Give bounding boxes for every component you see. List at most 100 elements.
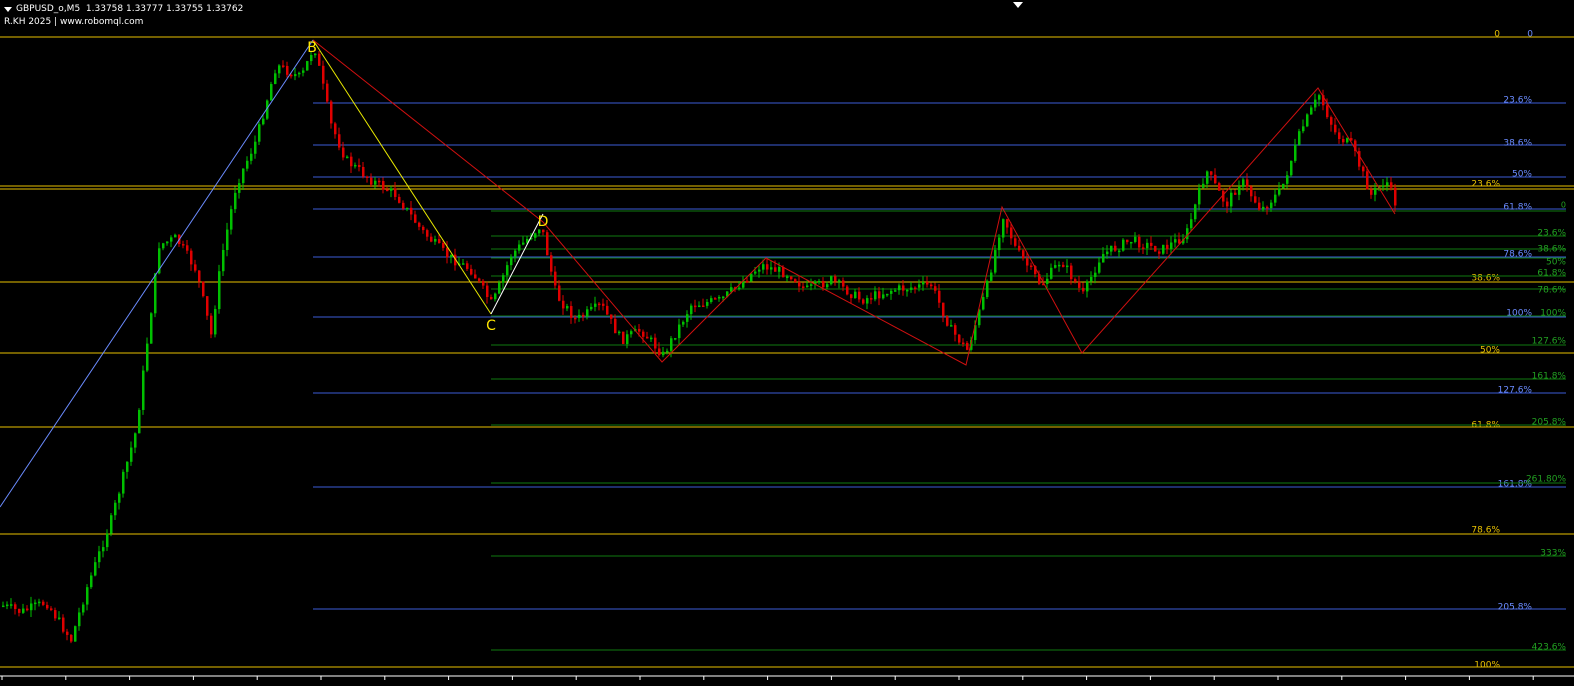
candle-body xyxy=(278,65,281,74)
candle-body xyxy=(1070,265,1073,280)
shift-marker-icon[interactable] xyxy=(1013,2,1023,8)
candle-body xyxy=(334,123,337,135)
candle-body xyxy=(218,271,221,310)
candle-body xyxy=(1158,251,1161,254)
candle-body xyxy=(670,338,673,351)
candle-body xyxy=(550,255,553,272)
candle-body xyxy=(318,53,321,66)
candle-body xyxy=(1018,245,1021,251)
candle-body xyxy=(642,331,645,337)
candle-body xyxy=(838,280,841,282)
xa-leg-line xyxy=(0,39,314,508)
candle-body xyxy=(162,243,165,249)
candle-body xyxy=(806,285,809,288)
candle-body xyxy=(446,247,449,258)
candle-body xyxy=(766,264,769,270)
candle-body xyxy=(1338,132,1341,140)
candle-body xyxy=(798,281,801,287)
symbol-name: GBPUSD_o,M5 xyxy=(16,4,81,14)
candle-body xyxy=(426,230,429,237)
candle-body xyxy=(94,562,97,576)
candle-body xyxy=(46,604,49,609)
candle-body xyxy=(1010,227,1013,239)
candle-body xyxy=(1386,182,1389,186)
candle-body xyxy=(298,72,301,75)
candle-body xyxy=(1074,279,1077,282)
candle-body xyxy=(930,284,933,287)
candle-body xyxy=(738,287,741,290)
candle-body xyxy=(706,302,709,306)
candle-body xyxy=(902,285,905,291)
candle-body xyxy=(1306,114,1309,127)
candle-body xyxy=(1266,206,1269,209)
candle-body xyxy=(462,263,465,265)
candle-body xyxy=(1150,242,1153,246)
candle-body xyxy=(854,291,857,299)
candle-body xyxy=(174,234,177,238)
candle-body xyxy=(862,299,865,304)
candle-body xyxy=(238,183,241,193)
watermark-text: R.KH 2025 | www.robomql.com xyxy=(4,17,144,27)
candle-body xyxy=(366,176,369,179)
candle-body xyxy=(1286,175,1289,184)
candle-body xyxy=(574,317,577,320)
candle-body xyxy=(1022,250,1025,259)
candle-body xyxy=(830,276,833,285)
candle-body xyxy=(1126,239,1129,243)
candle-body xyxy=(594,303,597,307)
candle-body xyxy=(58,617,61,620)
fib-gold-label: 0 xyxy=(1494,30,1500,40)
candle-body xyxy=(74,626,77,642)
candle-body xyxy=(1202,183,1205,188)
fib-blue-label: 50% xyxy=(1512,170,1532,180)
candle-body xyxy=(6,604,9,607)
pattern-point-b: B xyxy=(307,40,317,56)
candle-body xyxy=(1318,95,1321,100)
candle-body xyxy=(826,284,829,288)
collapse-arrow-icon[interactable] xyxy=(4,7,12,12)
symbol-ohlc-line: GBPUSD_o,M5 1.33758 1.33777 1.33755 1.33… xyxy=(16,4,243,14)
candle-body xyxy=(66,631,69,635)
candle-body xyxy=(142,370,145,410)
candle-body xyxy=(1282,183,1285,189)
candle-body xyxy=(946,316,949,326)
candle-body xyxy=(950,325,953,327)
candle-body xyxy=(674,338,677,340)
candle-body xyxy=(190,250,193,265)
candle-body xyxy=(370,177,373,185)
candle-body xyxy=(402,202,405,209)
candle-body xyxy=(26,608,29,611)
pattern-point-labels: B C D xyxy=(307,40,548,334)
candle-body xyxy=(106,533,109,548)
candle-body xyxy=(1294,144,1297,161)
candle-body xyxy=(790,276,793,280)
candle-body xyxy=(622,331,625,344)
candle-body xyxy=(1270,202,1273,209)
candle-body xyxy=(870,298,873,300)
candle-body xyxy=(1346,138,1349,143)
bd-leg-line xyxy=(312,39,544,223)
candle-body xyxy=(618,331,621,334)
candle-body xyxy=(166,241,169,244)
candle-body xyxy=(110,515,113,534)
candle-body xyxy=(62,617,65,632)
fib-gold-label: 50% xyxy=(1480,346,1500,356)
candle-body xyxy=(438,239,441,244)
fib-green-label: 161.8% xyxy=(1532,372,1567,382)
price-chart[interactable]: 0 23.6% 38.6% 50% 61.8% 78.6% 100% 0 23.6% 38.6%… xyxy=(0,0,1574,682)
candle-body xyxy=(1262,206,1265,210)
candle-body xyxy=(570,306,573,318)
candle-body xyxy=(750,273,753,282)
candle-body xyxy=(302,70,305,73)
candle-body xyxy=(1314,99,1317,108)
candle-body xyxy=(1090,277,1093,282)
candle-body xyxy=(910,287,913,290)
candle-body xyxy=(926,281,929,285)
chart-canvas[interactable]: 023.6%38.6%50%61.8%78.6%100%0 23.6%38.6%… xyxy=(0,0,1574,682)
pattern-point-d: D xyxy=(538,214,549,230)
candle-body xyxy=(730,287,733,292)
candle-body xyxy=(150,313,153,344)
candle-body xyxy=(154,273,157,314)
candle-body xyxy=(406,207,409,210)
fib-blue-label: 38.6% xyxy=(1503,139,1532,149)
